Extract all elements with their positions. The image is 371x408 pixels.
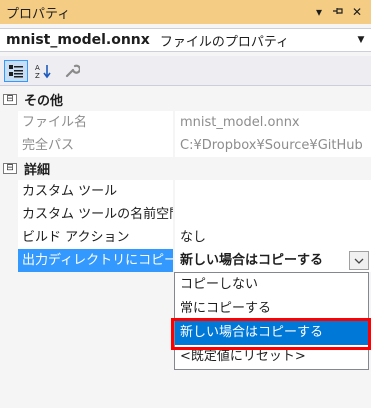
- collapse-icon[interactable]: ⊟: [3, 163, 17, 174]
- alphabetical-view-button[interactable]: A Z: [32, 60, 56, 82]
- svg-text:Z: Z: [35, 72, 40, 79]
- highlight-annotation-box: [171, 318, 371, 350]
- property-value: C:¥Dropbox¥Source¥GitHub: [175, 134, 371, 157]
- alphabetical-icon: A Z: [35, 64, 51, 79]
- collapse-icon[interactable]: ⊟: [3, 94, 17, 105]
- property-row-custom-tool[interactable]: カスタム ツール: [0, 180, 371, 203]
- category-advanced[interactable]: ⊟ 詳細: [0, 157, 371, 180]
- window-position-dropdown-icon[interactable]: ▾: [313, 5, 325, 19]
- object-name: mnist_model.onnx: [6, 32, 150, 48]
- object-selector[interactable]: mnist_model.onnx ファイルのプロパティ ▼: [0, 28, 371, 52]
- categorized-view-button[interactable]: [4, 59, 28, 82]
- panel-title: プロパティ: [6, 6, 71, 22]
- svg-text:A: A: [35, 64, 40, 72]
- property-name: ファイル名: [18, 111, 173, 134]
- property-value[interactable]: [175, 203, 371, 226]
- property-value: mnist_model.onnx: [175, 111, 371, 134]
- property-toolbar: A Z: [0, 56, 371, 86]
- titlebar-controls: ▾ ✕: [313, 5, 371, 20]
- categorized-icon: [9, 64, 23, 77]
- dropdown-option-do-not-copy[interactable]: コピーしない: [175, 273, 368, 297]
- property-row-copy-to-output[interactable]: 出力ディレクトリにコピー 新しい場合はコピーする: [0, 249, 371, 272]
- property-name: カスタム ツール: [18, 180, 173, 203]
- property-value[interactable]: [175, 180, 371, 203]
- close-icon[interactable]: ✕: [351, 5, 363, 19]
- property-name: 完全パス: [18, 134, 173, 157]
- property-row-custom-tool-namespace[interactable]: カスタム ツールの名前空間: [0, 203, 371, 226]
- object-type: ファイルのプロパティ: [159, 34, 290, 50]
- dropdown-button[interactable]: [349, 251, 369, 270]
- pin-icon[interactable]: [332, 5, 344, 20]
- chevron-down-icon: [354, 258, 364, 264]
- property-row-filename[interactable]: ファイル名 mnist_model.onnx: [0, 111, 371, 134]
- property-value-select[interactable]: 新しい場合はコピーする: [175, 249, 371, 272]
- property-name: カスタム ツールの名前空間: [18, 203, 173, 226]
- chevron-down-icon[interactable]: ▼: [351, 35, 371, 45]
- property-row-fullpath[interactable]: 完全パス C:¥Dropbox¥Source¥GitHub: [0, 134, 371, 157]
- property-row-build-action[interactable]: ビルド アクション なし: [0, 226, 371, 249]
- property-value[interactable]: なし: [175, 226, 371, 249]
- category-label: その他: [24, 94, 64, 109]
- category-label: 詳細: [24, 163, 51, 178]
- property-name: 出力ディレクトリにコピー: [18, 249, 173, 272]
- property-pages-button[interactable]: [60, 60, 84, 82]
- wrench-icon: [65, 64, 80, 77]
- category-misc[interactable]: ⊟ その他: [0, 88, 371, 111]
- property-name: ビルド アクション: [18, 226, 173, 249]
- panel-titlebar: プロパティ ▾ ✕: [0, 0, 371, 24]
